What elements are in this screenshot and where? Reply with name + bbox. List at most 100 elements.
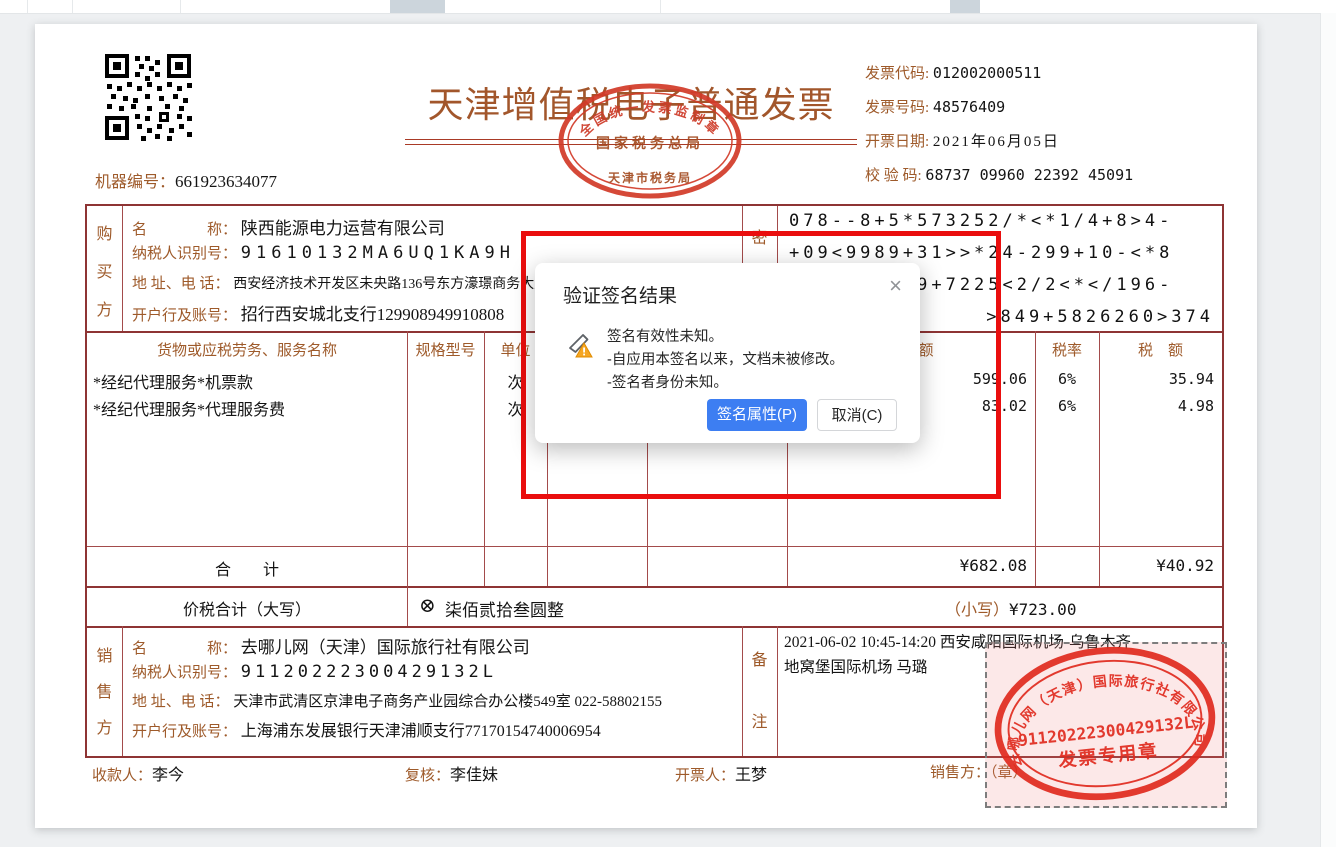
sum-small-row: （小写）¥723.00 xyxy=(945,596,1076,620)
company-seal: 去哪儿网（天津）国际旅行社有限公司 91120222300429132L 发票专… xyxy=(980,633,1229,815)
qr-code xyxy=(103,52,193,142)
col-header-taxrate: 税率 xyxy=(1035,339,1099,360)
drawer-value: 王梦 xyxy=(735,767,767,784)
toolbar-fragment xyxy=(390,0,445,13)
buyer-address-label: 地 址、电 话： xyxy=(132,276,230,292)
dialog-message: -签名者身份未知。 xyxy=(607,371,728,392)
buyer-name-value: 陕西能源电力运营有限公司 xyxy=(241,219,445,238)
buyer-side-label: 买 xyxy=(87,258,122,282)
seller-taxid-row: 纳税人识别号： 91120222300429132L xyxy=(132,661,497,682)
company-seal-area: 去哪儿网（天津）国际旅行社有限公司 91120222300429132L 发票专… xyxy=(985,642,1227,808)
buyer-bank-row: 开户行及账号： 招行西安城北支行129908949910808 xyxy=(132,300,504,325)
item-tax-rate: 6% xyxy=(1035,397,1099,415)
divider xyxy=(87,546,1222,547)
buyer-side-label: 方 xyxy=(87,296,122,320)
col-header-tax: 税 额 xyxy=(1099,339,1222,360)
sum-words-label: 价税合计（大写） xyxy=(87,596,407,620)
total-tax: ¥40.92 xyxy=(1099,556,1214,575)
sum-words-value: 柒佰贰拾叁圆整 xyxy=(445,596,564,621)
svg-text:全国统一发票监制章: 全国统一发票监制章 xyxy=(576,99,724,140)
close-icon[interactable]: × xyxy=(889,275,902,297)
machine-number-value: 661923634077 xyxy=(175,172,277,191)
cancel-button[interactable]: 取消(C) xyxy=(817,399,897,431)
payee-row: 收款人：李今 xyxy=(92,761,184,785)
tax-bureau-stamp: 全国统一发票监制章 国家税务总局 天津市税务局 xyxy=(555,81,745,201)
invoice-code-row: 发票代码: 012002000511 xyxy=(865,62,1041,83)
buyer-name-row: 名 称： 陕西能源电力运营有限公司 xyxy=(132,214,445,239)
seller-address-value: 天津市武清区京津电子商务产业园综合办公楼549室 022-58802155 xyxy=(233,694,662,710)
buyer-taxid-value: 91610132MA6UQ1KA9H xyxy=(241,243,515,263)
machine-number-label: 机器编号： xyxy=(95,174,175,191)
divider xyxy=(407,331,408,626)
toolbar-separator xyxy=(72,0,73,13)
item-name: *经纪代理服务*机票款 xyxy=(93,369,253,393)
buyer-taxid-row: 纳税人识别号： 91610132MA6UQ1KA9H xyxy=(132,242,515,263)
invoice-check-value: 68737 09960 22392 45091 xyxy=(925,166,1133,184)
buyer-bank-label: 开户行及账号： xyxy=(132,308,237,324)
password-line: 078--8+5*573252/*<*1/4+8>4- xyxy=(789,211,1214,231)
seller-name-row: 名 称： 去哪儿网（天津）国际旅行社有限公司 xyxy=(132,633,530,658)
top-toolbar-strip xyxy=(0,0,1336,14)
invoice-number-label: 发票号码: xyxy=(865,100,929,116)
seller-name-label: 名 称： xyxy=(132,641,237,657)
col-header-spec: 规格型号 xyxy=(407,339,484,360)
invoice-date-value: 2021年06月05日 xyxy=(933,134,1060,150)
buyer-bank-value: 招行西安城北支行129908949910808 xyxy=(241,305,505,324)
dialog-message: -自应用本签名以来，文档未被修改。 xyxy=(607,348,844,369)
divider xyxy=(777,626,778,756)
signature-verification-dialog: 验证签名结果 × 签名有效性未知。 -自应用本签名以来，文档未被修改。 -签名者… xyxy=(535,263,920,443)
drawer-label: 开票人： xyxy=(675,768,735,784)
invoice-code-label: 发票代码: xyxy=(865,66,929,82)
divider xyxy=(87,626,1222,628)
seal-taxid-text: 91120222300429132L xyxy=(1017,713,1194,750)
invoice-date-row: 开票日期: 2021年06月05日 xyxy=(865,130,1060,151)
item-tax-rate: 6% xyxy=(1035,370,1099,388)
item-tax: 35.94 xyxy=(1099,370,1214,388)
toolbar-separator xyxy=(660,0,661,13)
reviewer-label: 复核： xyxy=(405,768,450,784)
machine-number: 机器编号：661923634077 xyxy=(95,168,277,192)
invoice-number-row: 发票号码: 48576409 xyxy=(865,96,1005,117)
item-tax: 4.98 xyxy=(1099,397,1214,415)
seller-taxid-value: 91120222300429132L xyxy=(241,662,497,682)
total-label: 合 计 xyxy=(87,556,407,580)
dialog-title: 验证签名结果 xyxy=(563,281,677,308)
reviewer-row: 复核：李佳妹 xyxy=(405,761,498,785)
invoice-code-value: 012002000511 xyxy=(933,64,1041,82)
divider xyxy=(122,206,123,331)
dialog-message: 签名有效性未知。 xyxy=(607,325,723,346)
reviewer-value: 李佳妹 xyxy=(450,767,498,784)
drawer-row: 开票人：王梦 xyxy=(675,761,767,785)
sum-small-label: （小写） xyxy=(945,602,1009,619)
scrollbar-track[interactable] xyxy=(1320,13,1336,847)
circled-x-symbol: ⊗ xyxy=(419,593,436,618)
seller-side-label: 售 xyxy=(87,678,122,702)
stamp-org-text: 国家税务总局 xyxy=(596,135,704,152)
stamp-arc-text: 全国统一发票监制章 xyxy=(576,99,724,140)
divider xyxy=(122,626,123,756)
buyer-taxid-label: 纳税人识别号： xyxy=(132,246,237,262)
invoice-date-label: 开票日期: xyxy=(865,134,929,150)
payee-value: 李今 xyxy=(152,767,184,784)
invoice-check-row: 校 验 码: 68737 09960 22392 45091 xyxy=(865,164,1133,185)
seller-bank-value: 上海浦东发展银行天津浦顺支行77170154740006954 xyxy=(241,723,601,740)
total-amount: ¥682.08 xyxy=(787,556,1027,575)
sum-small-value: ¥723.00 xyxy=(1009,600,1076,619)
toolbar-separator xyxy=(27,0,28,13)
signature-warning-icon xyxy=(563,327,595,359)
col-header-name: 货物或应税劳务、服务名称 xyxy=(87,339,407,360)
invoice-number-value: 48576409 xyxy=(933,98,1005,116)
buyer-name-label: 名 称： xyxy=(132,222,237,238)
payee-label: 收款人： xyxy=(92,768,152,784)
seller-bank-row: 开户行及账号： 上海浦东发展银行天津浦顺支行77170154740006954 xyxy=(132,717,601,741)
seller-address-row: 地 址、电 话： 天津市武清区京津电子商务产业园综合办公楼549室 022-58… xyxy=(132,690,662,711)
divider xyxy=(87,586,1222,588)
seller-address-label: 地 址、电 话： xyxy=(132,694,230,710)
seller-taxid-label: 纳税人识别号： xyxy=(132,665,237,681)
signature-properties-button[interactable]: 签名属性(P) xyxy=(707,399,807,431)
item-name: *经纪代理服务*代理服务费 xyxy=(93,396,285,420)
seller-side-label: 方 xyxy=(87,714,122,738)
seller-side-label: 销 xyxy=(87,642,122,666)
remark-side-label: 注 xyxy=(742,708,777,732)
seller-bank-label: 开户行及账号： xyxy=(132,724,237,740)
